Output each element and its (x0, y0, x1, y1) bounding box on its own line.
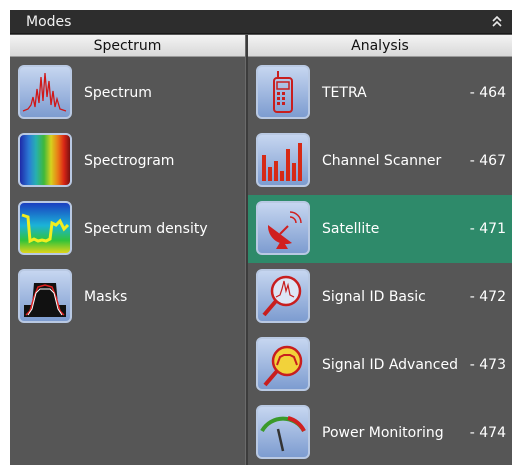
radio-handset-icon (256, 65, 310, 119)
mode-power-monitoring[interactable]: Power Monitoring - 474 (248, 399, 512, 467)
mode-label: Satellite (322, 221, 380, 237)
panel-titlebar: Modes (10, 10, 512, 34)
mode-tetra[interactable]: TETRA - 464 (248, 59, 512, 127)
satellite-dish-icon (256, 201, 310, 255)
modes-panel: Modes Spectrum Analysis Spectrum Spectro… (10, 10, 512, 465)
mode-label: Spectrogram (84, 153, 175, 169)
mode-masks[interactable]: Masks (10, 263, 245, 331)
spectrum-density-icon (18, 201, 72, 255)
mode-spectrum[interactable]: Spectrum (10, 59, 245, 127)
spectrum-icon (18, 65, 72, 119)
magnifier-signal-advanced-icon (256, 337, 310, 391)
mode-label: TETRA (322, 85, 367, 101)
spectrogram-icon (18, 133, 72, 187)
mode-number: - 467 (469, 153, 506, 169)
mode-label: Signal ID Basic (322, 289, 426, 305)
mode-channel-scanner[interactable]: Channel Scanner - 467 (248, 127, 512, 195)
mode-number: - 474 (469, 425, 506, 441)
mode-number: - 471 (469, 221, 506, 237)
mode-spectrogram[interactable]: Spectrogram (10, 127, 245, 195)
mode-signal-id-basic[interactable]: Signal ID Basic - 472 (248, 263, 512, 331)
mode-satellite[interactable]: Satellite - 471 (248, 195, 512, 263)
mode-number: - 464 (469, 85, 506, 101)
mode-number: - 472 (469, 289, 506, 305)
magnifier-signal-icon (256, 269, 310, 323)
spectrum-column-header: Spectrum (10, 35, 245, 57)
masks-icon (18, 269, 72, 323)
panel-title: Modes (26, 14, 72, 30)
mode-label: Spectrum (84, 85, 152, 101)
collapse-icon[interactable] (490, 13, 504, 29)
mode-label: Signal ID Advanced (322, 357, 458, 373)
mode-label: Power Monitoring (322, 425, 444, 441)
mode-spectrum-density[interactable]: Spectrum density (10, 195, 245, 263)
mode-label: Channel Scanner (322, 153, 442, 169)
channel-bars-icon (256, 133, 310, 187)
mode-label: Masks (84, 289, 128, 305)
mode-number: - 473 (469, 357, 506, 373)
mode-signal-id-advanced[interactable]: Signal ID Advanced - 473 (248, 331, 512, 399)
analysis-column-header: Analysis (248, 35, 512, 57)
mode-label: Spectrum density (84, 221, 208, 237)
gauge-icon (256, 405, 310, 459)
